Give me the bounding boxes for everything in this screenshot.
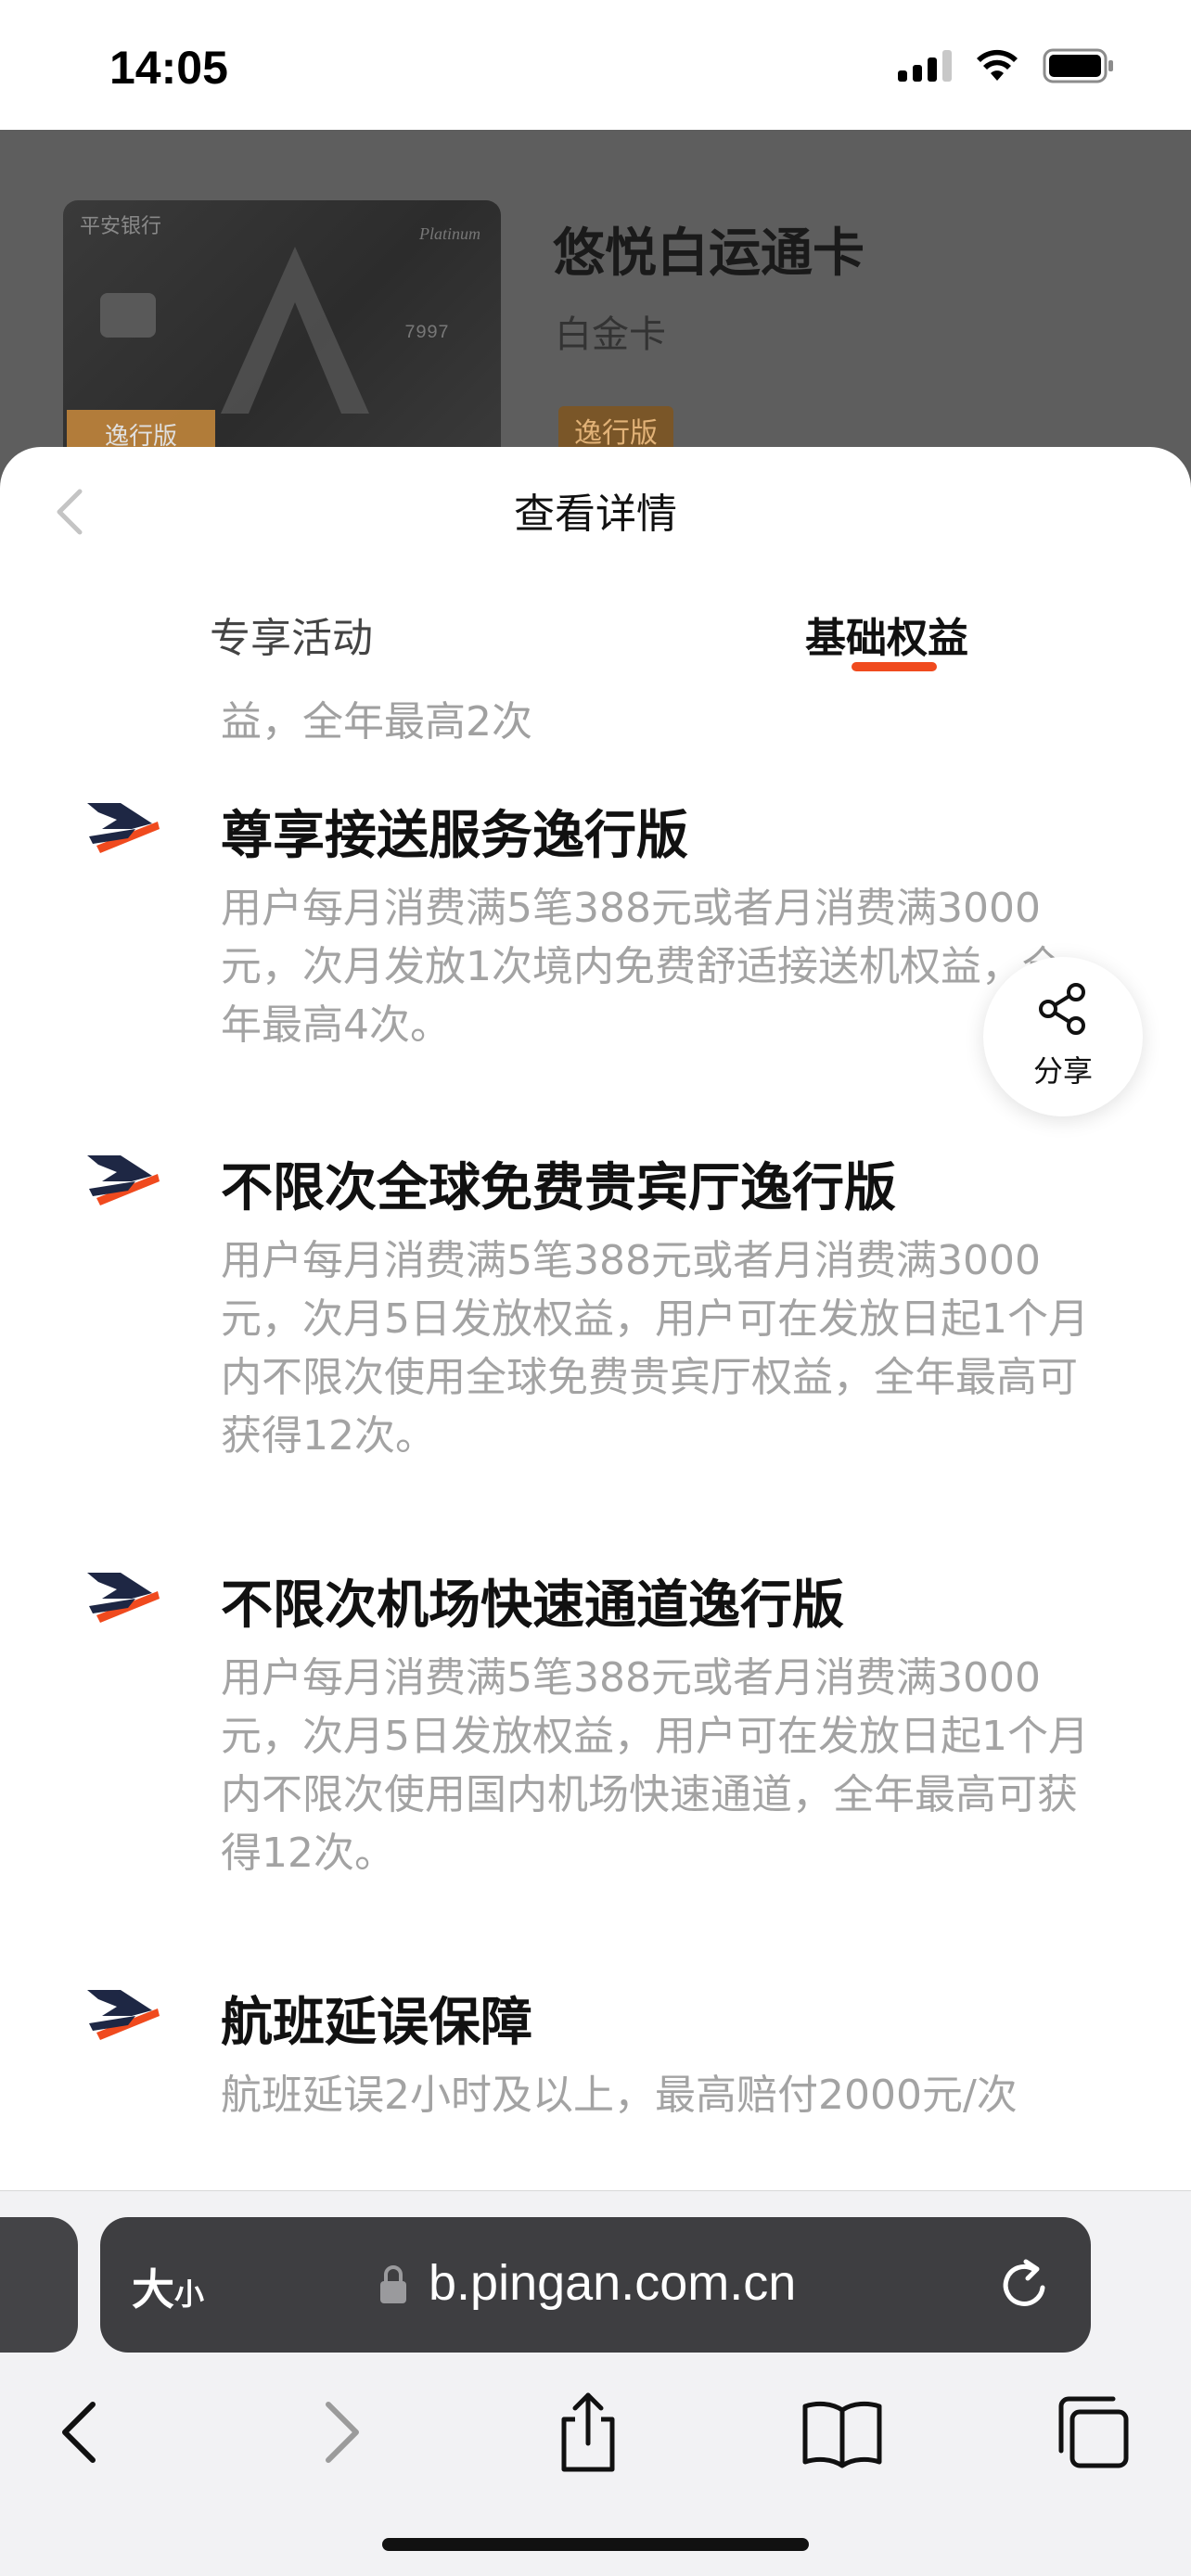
airplane-icon bbox=[87, 1990, 160, 2040]
url-text: b.pingan.com.cn bbox=[429, 2255, 797, 2311]
share-button[interactable]: 分享 bbox=[983, 957, 1143, 1116]
status-bar: 14:05 bbox=[0, 0, 1191, 130]
tab-basic-benefits[interactable]: 基础权益 bbox=[805, 605, 968, 664]
address-bar[interactable]: 大小 b.pingan.com.cn bbox=[100, 2217, 1091, 2353]
tab-exclusive-activities[interactable]: 专享活动 bbox=[210, 605, 373, 664]
text-size-label-small: 小 bbox=[174, 2276, 205, 2312]
sheet-title: 查看详情 bbox=[514, 491, 677, 538]
bookmarks-icon[interactable] bbox=[796, 2386, 889, 2479]
share-label: 分享 bbox=[1032, 1053, 1093, 1089]
browser-bottom-bar: 大小 b.pingan.com.cn bbox=[0, 2190, 1191, 2576]
tabs-icon[interactable] bbox=[1046, 2386, 1139, 2479]
benefit-description: 用户每月消费满5笔388元或者月消费满3000元，次月发放1次境内免费舒适接送机… bbox=[221, 885, 1063, 1049]
benefit-description-partial: 益，全年最高2次 bbox=[221, 698, 532, 746]
card-title: 悠悦白运通卡 bbox=[553, 223, 864, 284]
active-tab-indicator bbox=[852, 662, 937, 671]
status-icons bbox=[898, 48, 1115, 83]
share-icon[interactable] bbox=[542, 2386, 634, 2479]
forward-icon[interactable] bbox=[293, 2386, 386, 2479]
airplane-icon bbox=[87, 1573, 160, 1623]
card-logo-letter-icon bbox=[221, 247, 369, 414]
lock-icon bbox=[380, 2265, 406, 2303]
airplane-icon bbox=[87, 1155, 160, 1205]
back-icon[interactable] bbox=[35, 2386, 128, 2479]
airplane-icon bbox=[87, 803, 160, 853]
benefit-title: 不限次机场快速通道逸行版 bbox=[221, 1575, 844, 1636]
reload-icon[interactable] bbox=[998, 2256, 1054, 2314]
status-time: 14:05 bbox=[109, 42, 228, 94]
card-subtitle: 白金卡 bbox=[555, 313, 666, 356]
wifi-icon bbox=[977, 49, 1018, 81]
home-indicator bbox=[382, 2538, 809, 2551]
card-bank-logo: 平安银行 bbox=[80, 214, 162, 237]
benefit-description: 用户每月消费满5笔388元或者月消费满3000元，次月5日发放权益，用户可在发放… bbox=[221, 1654, 1089, 1877]
share-icon bbox=[1039, 983, 1085, 1035]
cellular-signal-icon bbox=[898, 50, 952, 82]
previous-tab-preview[interactable] bbox=[0, 2217, 78, 2353]
card-number-fragment: 7997 bbox=[403, 323, 449, 344]
card-tier-text: Platinum bbox=[419, 224, 480, 243]
text-size-label-big: 大 bbox=[132, 2264, 174, 2315]
benefit-description: 航班延误2小时及以上，最高赔付2000元/次 bbox=[221, 2072, 1018, 2119]
details-sheet: 查看详情 专享活动 基础权益 益，全年最高2次 尊享接送服务逸行版 用户每月消费… bbox=[0, 447, 1191, 2190]
benefit-description: 用户每月消费满5笔388元或者月消费满3000元，次月5日发放权益，用户可在发放… bbox=[221, 1237, 1089, 1460]
card-chip-icon bbox=[100, 293, 156, 338]
benefit-title: 不限次全球免费贵宾厅逸行版 bbox=[221, 1158, 896, 1218]
credit-card-image: 平安银行 Platinum 7997 逸行版 bbox=[63, 200, 501, 478]
text-size-button[interactable]: 大小 bbox=[132, 2256, 204, 2317]
benefit-title: 航班延误保障 bbox=[221, 1993, 532, 2053]
benefit-title: 尊享接送服务逸行版 bbox=[221, 806, 688, 866]
battery-icon bbox=[1043, 48, 1113, 83]
